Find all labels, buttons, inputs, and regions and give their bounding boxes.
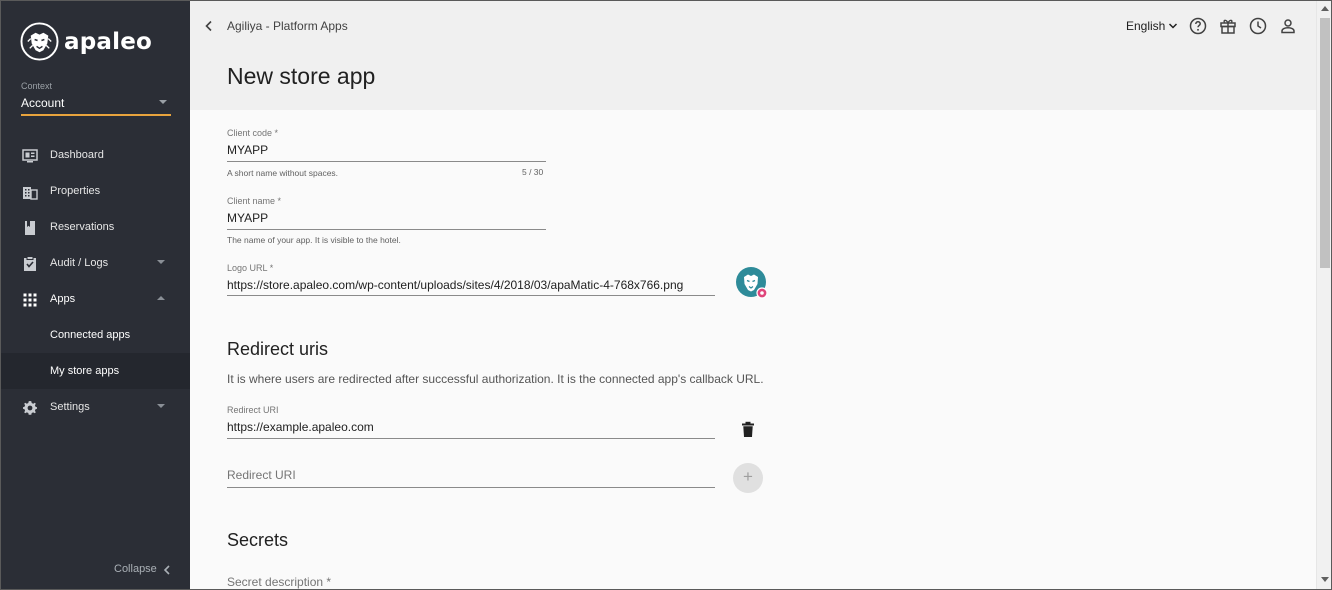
- redirect-uris-description: It is where users are redirected after s…: [227, 372, 764, 386]
- new-redirect-uri-input[interactable]: Redirect URI: [227, 468, 296, 482]
- lion-logo-icon: [20, 22, 59, 61]
- sidebar-item-dashboard[interactable]: Dashboard: [1, 137, 190, 173]
- collapse-label[interactable]: Collapse: [114, 563, 157, 575]
- secret-description-input[interactable]: Secret description *: [227, 575, 331, 589]
- context-select[interactable]: Account: [21, 95, 171, 116]
- sidebar-item-reservations[interactable]: Reservations: [1, 209, 190, 245]
- redirect-uri-input[interactable]: https://example.apaleo.com: [227, 420, 374, 434]
- sidebar-item-label: Audit / Logs: [50, 257, 109, 269]
- page-title: New store app: [227, 63, 376, 89]
- chevron-down-icon: [157, 404, 165, 408]
- sidebar: apaleo Context Account Dashboard Propert…: [1, 1, 190, 589]
- scroll-down-arrow-icon[interactable]: [1321, 577, 1329, 582]
- store-app-form: Client code * MYAPP A short name without…: [190, 110, 1316, 589]
- client-code-counter: 5 / 30: [522, 167, 544, 177]
- brand-logo[interactable]: apaleo: [20, 22, 152, 61]
- client-code-hint: A short name without spaces.: [227, 168, 339, 178]
- logo-url-label: Logo URL *: [227, 263, 274, 273]
- new-redirect-uri-underline: [227, 487, 715, 488]
- sidebar-item-label: Reservations: [50, 221, 115, 233]
- logo-url-underline: [227, 295, 715, 296]
- chevron-left-icon[interactable]: [163, 565, 171, 575]
- page-scrollbar[interactable]: [1316, 1, 1331, 589]
- language-value: English: [1126, 19, 1166, 33]
- sidebar-item-label: Properties: [50, 185, 101, 197]
- chevron-down-icon: [157, 260, 165, 264]
- sidebar-item-settings[interactable]: Settings: [1, 389, 190, 425]
- context-value: Account: [21, 96, 65, 110]
- client-name-label: Client name *: [227, 196, 282, 206]
- dashboard-icon: [22, 149, 38, 163]
- scroll-thumb[interactable]: [1320, 18, 1330, 268]
- sidebar-item-label: Settings: [50, 401, 90, 413]
- scroll-up-arrow-icon[interactable]: [1321, 6, 1329, 11]
- context-label: Context: [21, 81, 53, 91]
- building-icon: [23, 187, 38, 200]
- app-logo-preview-icon: [736, 267, 768, 299]
- gear-icon: [23, 401, 37, 415]
- apps-grid-icon: [23, 293, 37, 307]
- redirect-uri-label: Redirect URI: [227, 405, 279, 415]
- sidebar-subitem-label: My store apps: [50, 365, 120, 377]
- breadcrumb[interactable]: Agiliya - Platform Apps: [227, 19, 348, 33]
- add-redirect-uri-button[interactable]: +: [733, 463, 763, 493]
- sidebar-subitem-label: Connected apps: [50, 329, 131, 341]
- help-icon[interactable]: [1189, 17, 1207, 35]
- client-name-underline: [227, 229, 546, 230]
- logo-url-input[interactable]: https://store.apaleo.com/wp-content/uplo…: [227, 278, 683, 292]
- sidebar-item-apps[interactable]: Apps: [1, 281, 190, 317]
- clock-icon[interactable]: [1249, 17, 1267, 35]
- language-select[interactable]: English: [1126, 19, 1178, 33]
- bookmark-icon: [25, 221, 35, 235]
- brand-name: apaleo: [64, 28, 152, 55]
- sidebar-subitem-my-store-apps[interactable]: My store apps: [1, 353, 190, 389]
- client-name-input[interactable]: MYAPP: [227, 211, 268, 225]
- app-window: apaleo Context Account Dashboard Propert…: [0, 0, 1332, 590]
- client-code-label: Client code *: [227, 128, 279, 138]
- trash-icon[interactable]: [741, 421, 755, 438]
- gift-icon[interactable]: [1219, 17, 1237, 35]
- chevron-down-icon: [159, 100, 167, 104]
- client-code-underline: [227, 161, 546, 162]
- chevron-up-icon: [157, 296, 165, 300]
- client-name-hint: The name of your app. It is visible to t…: [227, 235, 401, 245]
- client-code-input[interactable]: MYAPP: [227, 143, 268, 157]
- sidebar-item-properties[interactable]: Properties: [1, 173, 190, 209]
- sidebar-subitem-connected-apps[interactable]: Connected apps: [1, 317, 190, 353]
- plus-icon: +: [743, 467, 753, 486]
- user-icon[interactable]: [1279, 17, 1297, 35]
- sidebar-item-label: Dashboard: [50, 149, 104, 161]
- audit-icon: [24, 256, 36, 271]
- chevron-down-icon: [1169, 23, 1178, 29]
- redirect-uri-underline: [227, 438, 715, 439]
- secrets-title: Secrets: [227, 530, 289, 550]
- redirect-uris-title: Redirect uris: [227, 339, 329, 359]
- sidebar-item-label: Apps: [50, 293, 76, 305]
- chevron-left-icon[interactable]: [204, 20, 214, 32]
- sidebar-item-audit-logs[interactable]: Audit / Logs: [1, 245, 190, 281]
- page-header: Agiliya - Platform Apps New store app En…: [190, 1, 1316, 110]
